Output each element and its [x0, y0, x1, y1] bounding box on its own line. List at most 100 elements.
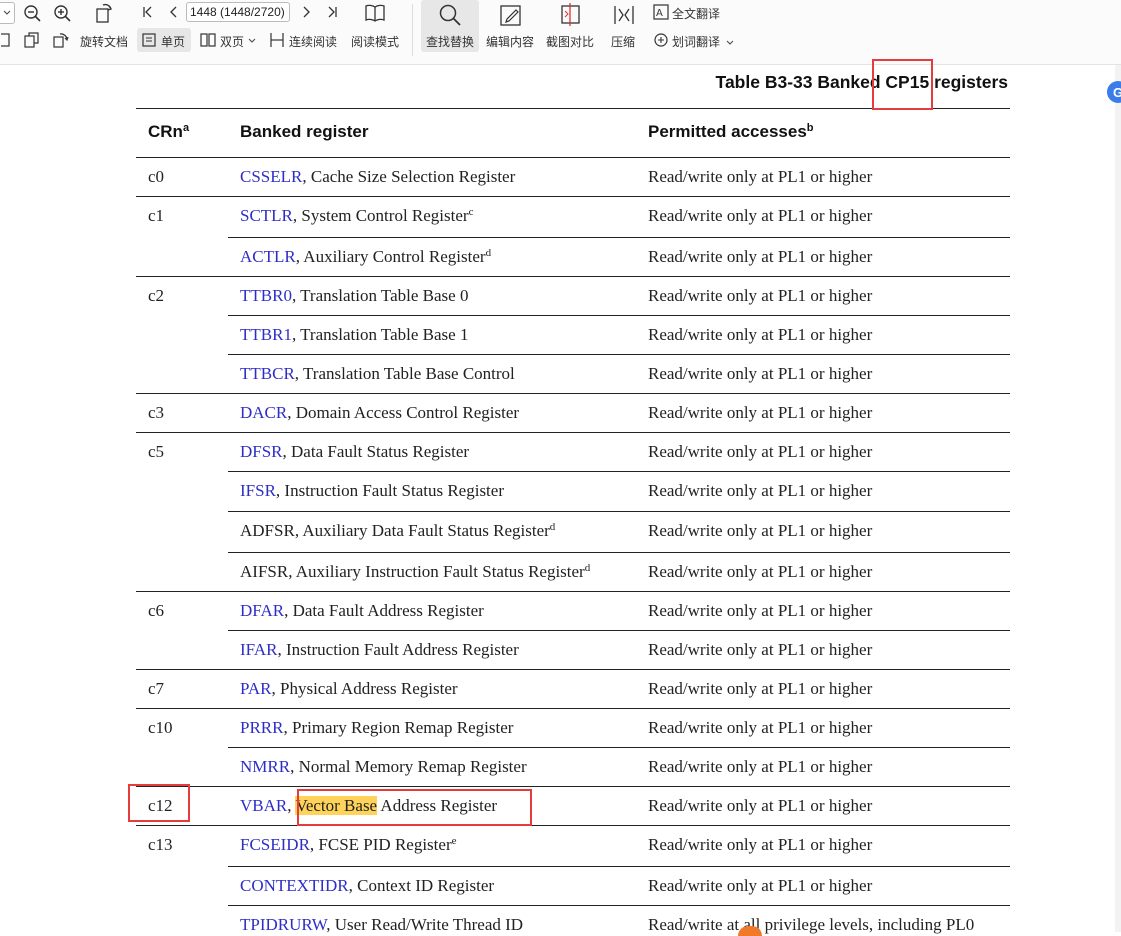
- register-link[interactable]: TTBR1: [240, 325, 292, 344]
- register-link[interactable]: TPIDRURW: [240, 915, 326, 934]
- row-rule: [228, 630, 1010, 631]
- footnote-marker: c: [468, 206, 474, 218]
- zoom-in-icon[interactable]: [52, 3, 72, 23]
- copy-page-icon[interactable]: [23, 31, 41, 49]
- reading-mode-button[interactable]: 阅读模式: [351, 33, 399, 50]
- drag-handle[interactable]: [738, 926, 762, 936]
- zoom-out-icon[interactable]: [22, 3, 42, 23]
- single-page-button[interactable]: 单页: [137, 28, 191, 52]
- register-link[interactable]: TTBR0: [240, 286, 292, 305]
- register-desc: , Translation Table Base 0: [291, 286, 469, 305]
- row-crn: c2: [148, 286, 165, 305]
- register-name: ADFSR: [240, 521, 295, 540]
- page-view-icon[interactable]: [0, 32, 12, 48]
- row-access: Read/write only at PL1 or higher: [648, 481, 873, 500]
- zoom-dropdown[interactable]: [0, 2, 15, 24]
- register-link[interactable]: ACTLR: [240, 247, 296, 266]
- register-link[interactable]: CONTEXTIDR: [240, 876, 349, 895]
- register-link[interactable]: PAR: [240, 679, 272, 698]
- register-link[interactable]: DFAR: [240, 601, 284, 620]
- row-crn: c12: [148, 796, 173, 815]
- register-link[interactable]: DFSR: [240, 442, 283, 461]
- register-desc: , Physical Address Register: [271, 679, 458, 698]
- word-translate-button[interactable]: 划词翻译: [651, 29, 739, 51]
- table-caption: Table B3-33 Banked CP15 registers: [716, 72, 1008, 93]
- double-page-button[interactable]: 双页: [198, 28, 260, 52]
- register-desc: , Instruction Fault Status Register: [275, 481, 504, 500]
- page-number-input[interactable]: [186, 2, 290, 22]
- row-rule: [228, 354, 1010, 355]
- register-desc: , Cache Size Selection Register: [302, 167, 516, 186]
- header-crn-footnote: a: [182, 122, 190, 134]
- register-link[interactable]: IFAR: [240, 640, 277, 659]
- full-translate-button[interactable]: A 全文翻译: [651, 2, 727, 24]
- full-translate-icon: A: [653, 4, 669, 20]
- row-rule: [136, 786, 1010, 787]
- register-desc: , Context ID Register: [348, 876, 495, 895]
- rotate-page-icon[interactable]: [93, 2, 115, 24]
- register-link[interactable]: FCSEIDR: [240, 835, 310, 854]
- register-link[interactable]: TTBCR: [240, 364, 295, 383]
- row-register: PAR, Physical Address Register: [240, 679, 458, 699]
- prev-page-icon[interactable]: [166, 4, 182, 20]
- row-register: TTBR1, Translation Table Base 1: [240, 325, 468, 345]
- register-desc: , FCSE PID Register: [309, 835, 452, 854]
- register-desc: , Primary Region Remap Register: [283, 718, 514, 737]
- register-link[interactable]: SCTLR: [240, 206, 293, 225]
- row-rule: [228, 552, 1010, 553]
- row-register: VBAR, Vector Base Address Register: [240, 796, 497, 816]
- row-rule: [136, 669, 1010, 670]
- row-crn: c3: [148, 403, 165, 422]
- chevron-down-icon: [3, 10, 11, 15]
- toolbar-divider: [412, 4, 413, 56]
- register-link[interactable]: CSSELR: [240, 167, 302, 186]
- row-access: Read/write only at PL1 or higher: [648, 679, 873, 698]
- find-replace-button[interactable]: 查找替换: [421, 0, 479, 52]
- rotate-doc-icon[interactable]: [52, 31, 70, 49]
- header-permitted-accesses: Permitted accessesb: [648, 122, 814, 142]
- caption-suffix: registers: [929, 72, 1008, 92]
- register-link[interactable]: NMRR: [240, 757, 290, 776]
- register-link[interactable]: PRRR: [240, 718, 283, 737]
- compress-icon: [614, 6, 634, 24]
- row-rule: [228, 237, 1010, 238]
- rotate-doc-label[interactable]: 旋转文档: [80, 33, 128, 50]
- row-access: Read/write only at PL1 or higher: [648, 757, 873, 776]
- header-crn: CRna: [148, 122, 189, 142]
- single-page-label: 单页: [161, 35, 186, 49]
- edit-content-button[interactable]: 编辑内容: [482, 0, 540, 52]
- find-replace-label: 查找替换: [426, 35, 475, 49]
- last-page-icon[interactable]: [324, 4, 340, 20]
- register-link[interactable]: VBAR: [240, 796, 287, 815]
- row-rule: [136, 825, 1010, 826]
- edit-content-icon: [500, 5, 521, 26]
- row-rule: [136, 708, 1010, 709]
- row-register: TTBCR, Translation Table Base Control: [240, 364, 515, 384]
- register-desc: , System Control Register: [292, 206, 469, 225]
- row-access: Read/write at all privilege levels, incl…: [648, 915, 975, 934]
- header-banked-register: Banked register: [240, 122, 369, 141]
- compress-button[interactable]: 压缩: [604, 0, 644, 52]
- scrollbar-track[interactable]: [1115, 65, 1121, 932]
- register-desc: , Auxiliary Instruction Fault Status Reg…: [288, 562, 585, 581]
- word-translate-icon: [654, 33, 668, 47]
- row-access: Read/write only at PL1 or higher: [648, 562, 873, 581]
- svg-text:A: A: [656, 8, 663, 19]
- row-rule: [136, 196, 1010, 197]
- register-desc: , Translation Table Base Control: [294, 364, 515, 383]
- first-page-icon[interactable]: [140, 4, 156, 20]
- table-top-rule: [136, 108, 1010, 109]
- register-desc: , Auxiliary Data Fault Status Register: [294, 521, 550, 540]
- next-page-icon[interactable]: [298, 4, 314, 20]
- register-link[interactable]: DACR: [240, 403, 287, 422]
- row-crn: c13: [148, 835, 173, 854]
- book-icon[interactable]: [363, 2, 387, 24]
- continuous-reading-button[interactable]: 连续阅读: [268, 28, 342, 52]
- row-register: ADFSR, Auxiliary Data Fault Status Regis…: [240, 521, 555, 541]
- screenshot-compare-button[interactable]: 截图对比: [542, 0, 600, 52]
- row-register: NMRR, Normal Memory Remap Register: [240, 757, 527, 777]
- row-rule: [228, 511, 1010, 512]
- register-desc: , Normal Memory Remap Register: [290, 757, 527, 776]
- register-link[interactable]: IFSR: [240, 481, 276, 500]
- row-crn: c0: [148, 167, 165, 186]
